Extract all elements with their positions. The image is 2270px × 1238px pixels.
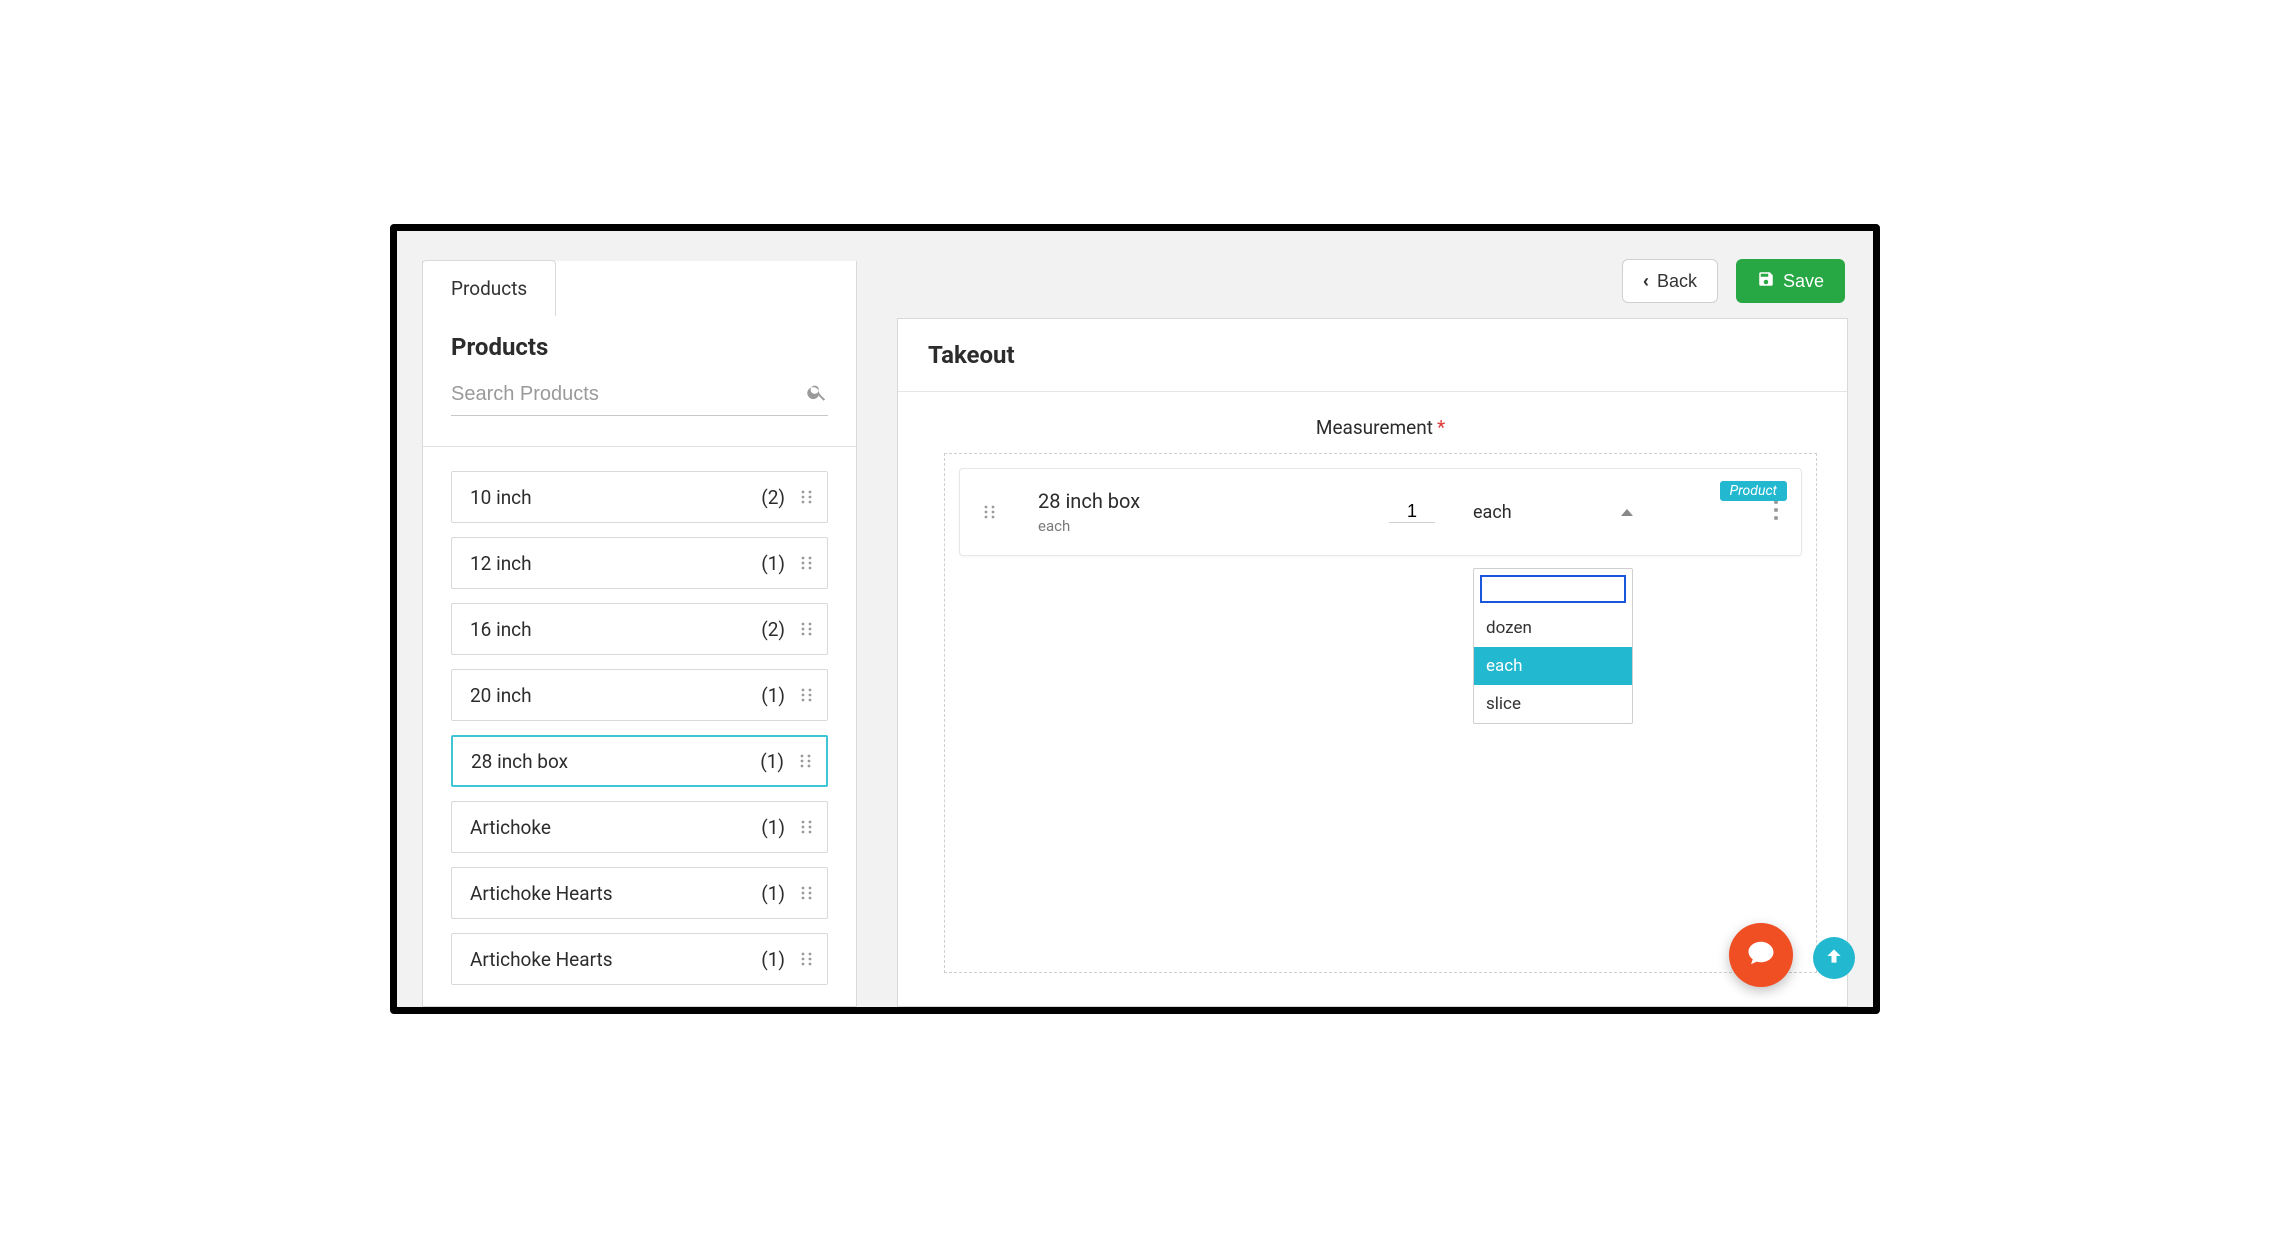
drag-handle-icon[interactable] <box>799 951 815 967</box>
caret-up-icon <box>1621 509 1633 516</box>
dropdown-option[interactable]: each <box>1474 647 1632 685</box>
drag-handle-icon[interactable] <box>982 504 998 520</box>
search-input[interactable] <box>451 383 806 406</box>
drag-handle-icon[interactable] <box>799 555 815 571</box>
measurement-select[interactable]: each dozeneachslice <box>1473 502 1633 523</box>
tab-products[interactable]: Products <box>422 260 556 316</box>
chevron-left-icon: ‹ <box>1643 271 1649 292</box>
dropdown-search-input[interactable] <box>1480 575 1626 603</box>
product-count: (1) <box>761 948 785 971</box>
card-product-name: 28 inch box <box>1038 489 1140 513</box>
product-count: (1) <box>760 750 784 773</box>
measurement-header: Measurement* <box>944 416 1817 439</box>
product-name: Artichoke Hearts <box>470 882 761 905</box>
tab-bar: Products <box>422 260 556 316</box>
product-item[interactable]: Artichoke(1) <box>451 801 828 853</box>
search-icon[interactable] <box>806 381 828 407</box>
product-item[interactable]: 10 inch(2) <box>451 471 828 523</box>
product-list: 10 inch(2)12 inch(1)16 inch(2)20 inch(1)… <box>451 471 828 985</box>
select-value: each <box>1473 502 1512 523</box>
measurement-dropdown: dozeneachslice <box>1473 568 1633 724</box>
divider <box>423 446 856 447</box>
drag-handle-icon[interactable] <box>799 819 815 835</box>
content-area: ‹ Back Save Products Products <box>397 231 1873 1007</box>
drag-handle-icon[interactable] <box>799 885 815 901</box>
quantity-input[interactable] <box>1389 501 1435 523</box>
measurement-dropzone[interactable]: Product 28 inch box each each <box>944 453 1817 973</box>
main-panel: Takeout Measurement* Product 28 inch box <box>897 318 1848 1007</box>
save-button[interactable]: Save <box>1736 259 1845 303</box>
product-name: 12 inch <box>470 552 761 575</box>
dropdown-search-wrap <box>1474 569 1632 609</box>
chat-icon <box>1746 938 1776 972</box>
product-name: 10 inch <box>470 486 761 509</box>
save-label: Save <box>1783 271 1824 292</box>
card-menu-button[interactable] <box>1773 499 1779 525</box>
scroll-top-button[interactable] <box>1813 937 1855 979</box>
product-count: (1) <box>761 882 785 905</box>
save-icon <box>1757 270 1775 293</box>
drag-handle-icon[interactable] <box>799 621 815 637</box>
drag-handle-icon[interactable] <box>799 687 815 703</box>
required-mark: * <box>1437 416 1445 439</box>
products-panel: Products Products 10 inch(2)12 inch(1)16… <box>422 261 857 1007</box>
product-name: 28 inch box <box>471 750 760 773</box>
back-label: Back <box>1657 271 1697 292</box>
drag-handle-icon[interactable] <box>799 489 815 505</box>
drag-handle-icon[interactable] <box>798 753 814 769</box>
search-row <box>451 381 828 416</box>
page-title: Takeout <box>898 319 1847 392</box>
product-badge: Product <box>1720 481 1787 501</box>
product-item[interactable]: Artichoke Hearts(1) <box>451 867 828 919</box>
card-main: 28 inch box each <box>1038 489 1140 535</box>
product-count: (2) <box>761 486 785 509</box>
product-item[interactable]: 16 inch(2) <box>451 603 828 655</box>
product-name: 20 inch <box>470 684 761 707</box>
products-title: Products <box>451 333 828 361</box>
product-name: 16 inch <box>470 618 761 641</box>
product-item[interactable]: 28 inch box(1) <box>451 735 828 787</box>
columns: Products Products 10 inch(2)12 inch(1)16… <box>422 261 1848 1007</box>
product-count: (2) <box>761 618 785 641</box>
product-name: Artichoke Hearts <box>470 948 761 971</box>
product-count: (1) <box>761 816 785 839</box>
product-count: (1) <box>761 684 785 707</box>
product-count: (1) <box>761 552 785 575</box>
top-actions: ‹ Back Save <box>1622 259 1845 303</box>
chat-fab[interactable] <box>1729 923 1793 987</box>
back-button[interactable]: ‹ Back <box>1622 259 1718 303</box>
product-name: Artichoke <box>470 816 761 839</box>
measurement-label: Measurement <box>1316 416 1433 439</box>
dropdown-option[interactable]: dozen <box>1474 609 1632 647</box>
main-body: Measurement* Product 28 inch box each <box>898 392 1847 1003</box>
measurement-card: Product 28 inch box each each <box>959 468 1802 556</box>
product-item[interactable]: 12 inch(1) <box>451 537 828 589</box>
arrow-up-icon <box>1824 946 1844 970</box>
product-item[interactable]: 20 inch(1) <box>451 669 828 721</box>
product-item[interactable]: Artichoke Hearts(1) <box>451 933 828 985</box>
app-frame: ‹ Back Save Products Products <box>390 224 1880 1014</box>
card-product-unit: each <box>1038 517 1140 535</box>
products-panel-body: Products 10 inch(2)12 inch(1)16 inch(2)2… <box>423 261 856 1006</box>
dropdown-option[interactable]: slice <box>1474 685 1632 723</box>
